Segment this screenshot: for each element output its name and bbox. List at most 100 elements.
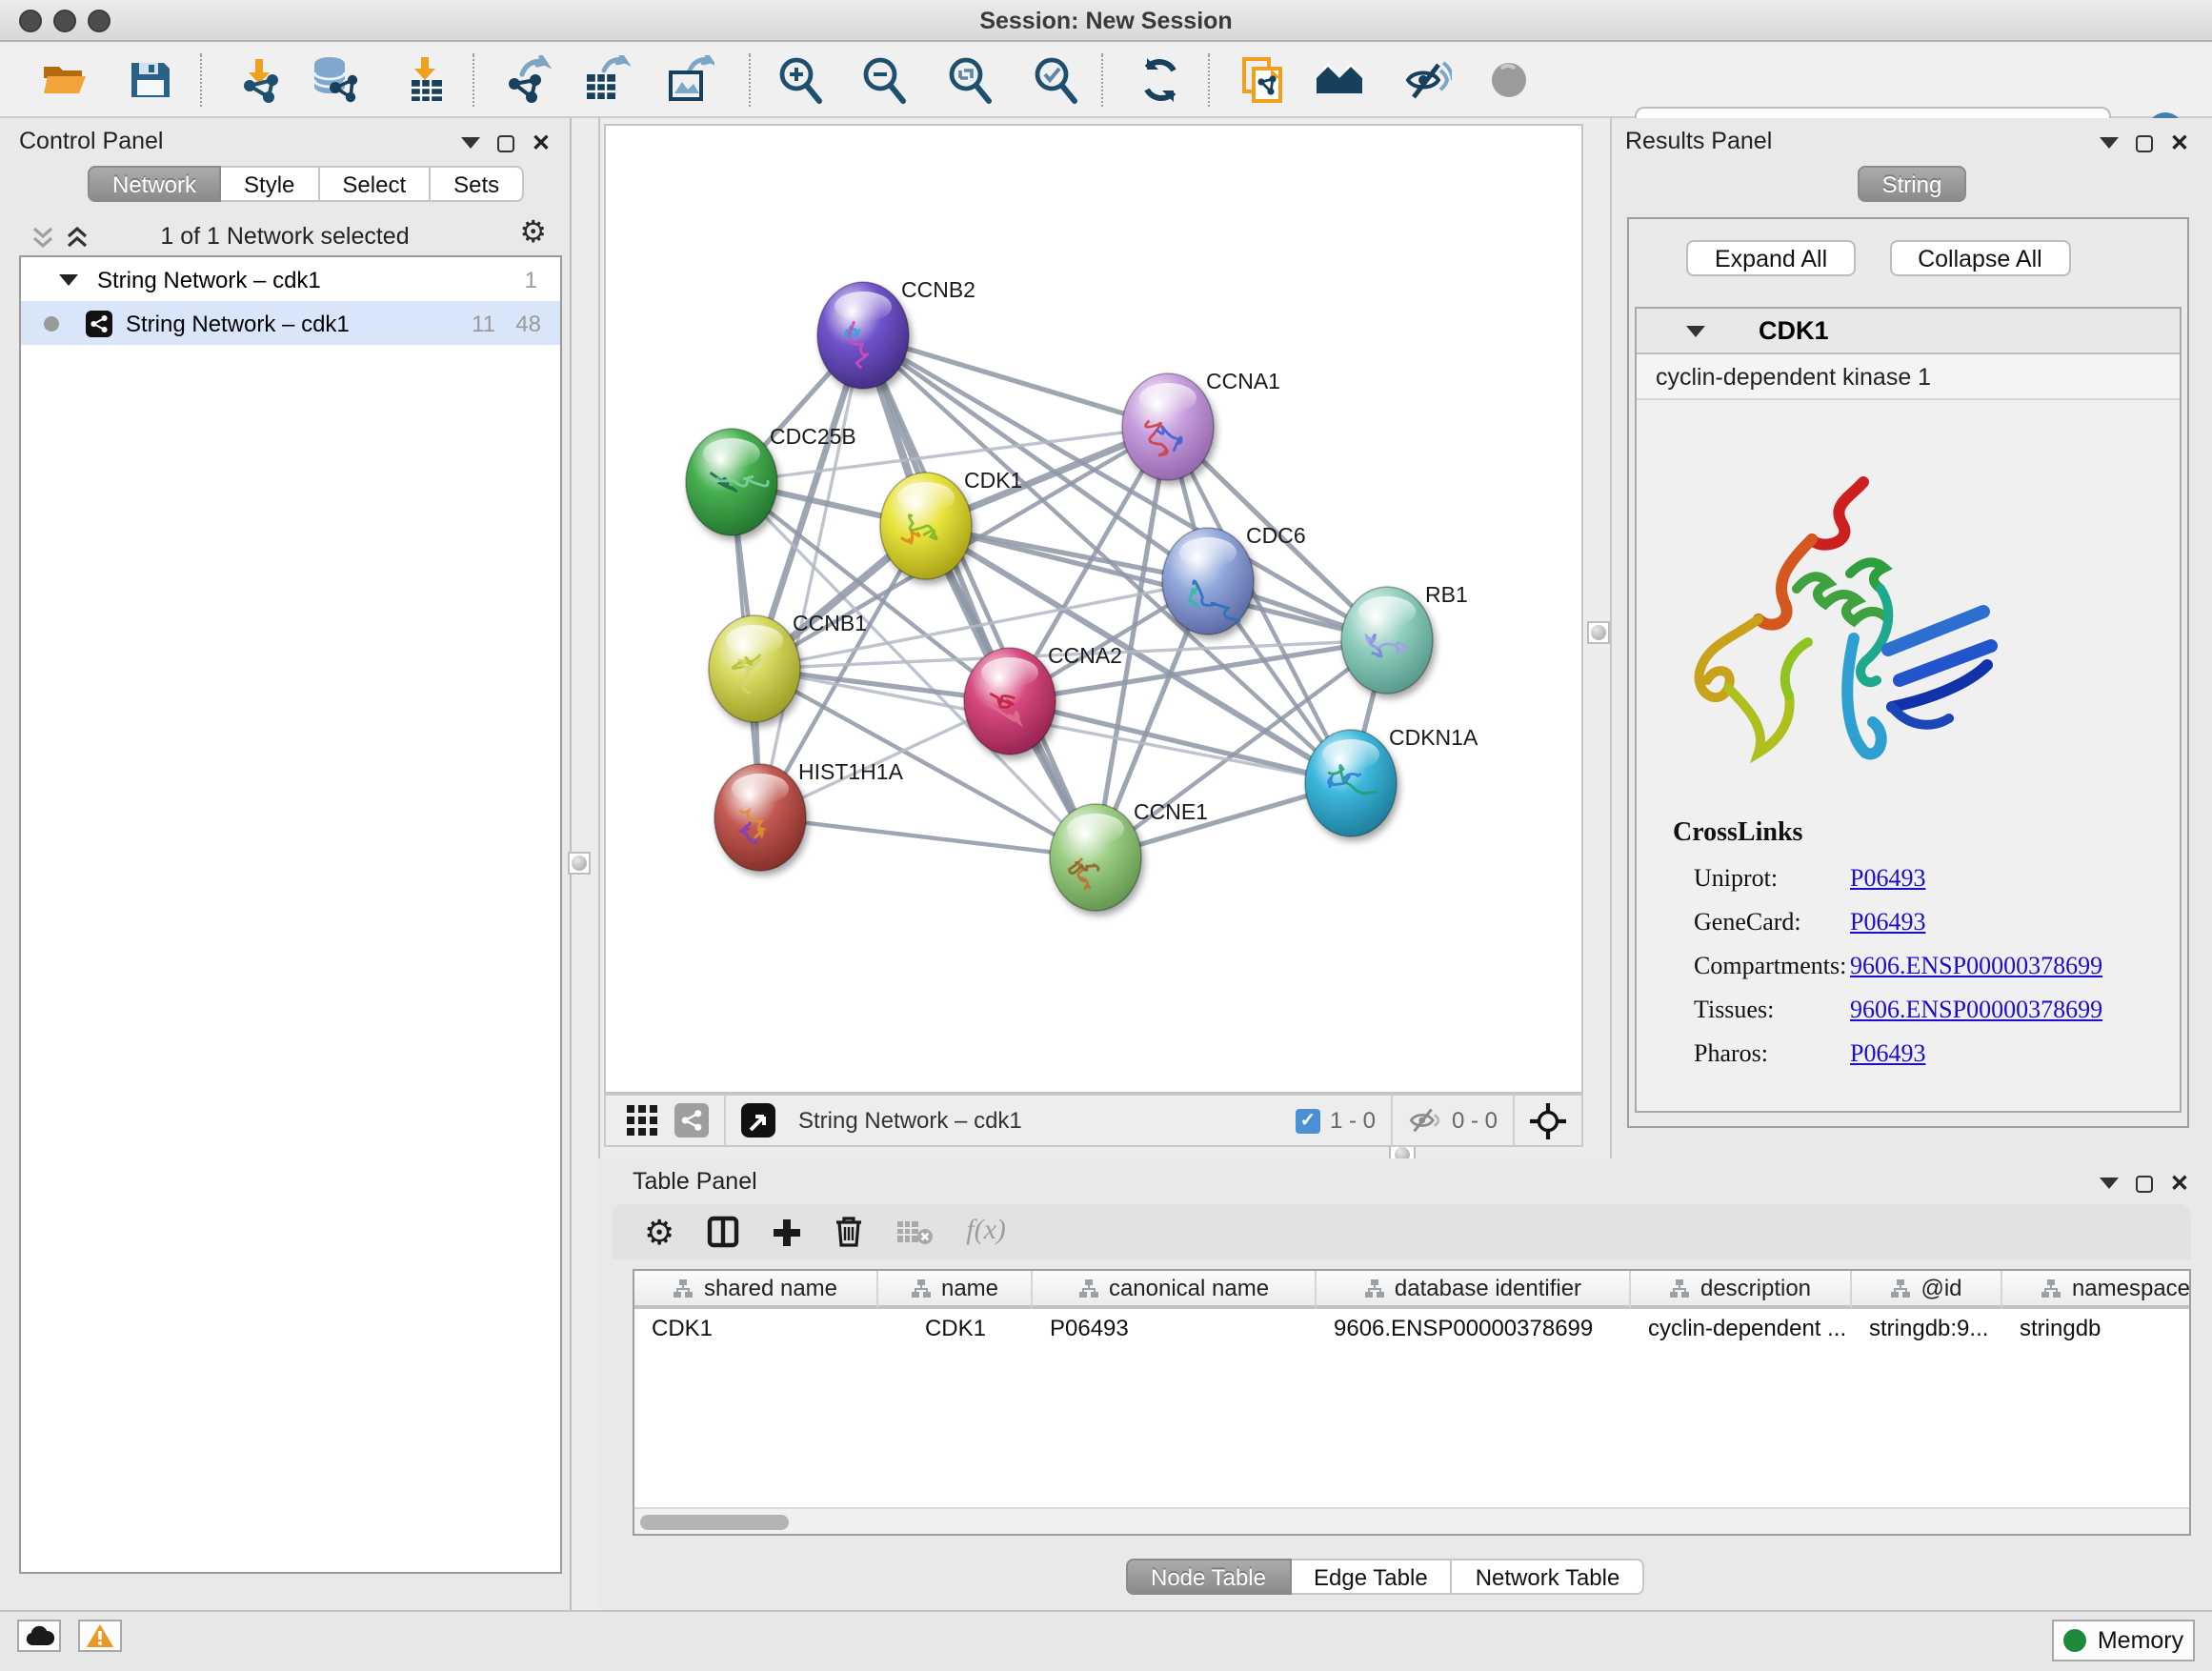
column-header-shared-name[interactable]: shared name (634, 1271, 878, 1309)
tab-string[interactable]: String (1858, 166, 1967, 202)
gene-card-expander-icon[interactable] (1686, 325, 1705, 336)
cloud-button[interactable] (17, 1620, 61, 1652)
crosslinks-list: Uniprot:P06493GeneCard:P06493Compartment… (1637, 863, 2180, 1069)
panel-float-icon[interactable] (2136, 1175, 2153, 1192)
first-neighbors-icon[interactable] (1315, 55, 1364, 105)
network-options-gear-icon[interactable]: ⚙ (519, 219, 547, 250)
gene-card: CDK1 cyclin-dependent kinase 1 (1635, 307, 2182, 1113)
tab-edge-table[interactable]: Edge Table (1291, 1559, 1453, 1595)
gene-name: CDK1 (1759, 316, 1829, 345)
network-collection-row[interactable]: String Network – cdk1 1 (21, 257, 560, 301)
memory-status-dot (2063, 1629, 2086, 1652)
birds-eye-crosshair-icon[interactable] (1530, 1102, 1566, 1138)
window-close-button[interactable] (19, 10, 42, 32)
tab-select[interactable]: Select (319, 166, 431, 202)
crosslinks-title: CrossLinks (1673, 819, 2180, 850)
network-view-share-icon[interactable] (674, 1103, 709, 1137)
crosslink-value[interactable]: P06493 (1850, 1038, 1925, 1069)
selected-checkbox-icon[interactable]: ✓ (1296, 1108, 1320, 1133)
window-zoom-button[interactable] (88, 10, 111, 32)
panel-menu-icon[interactable] (2100, 137, 2119, 149)
edge-HIST1H1A-CCNE1[interactable] (760, 817, 1096, 857)
node-label-HIST1H1A: HIST1H1A (798, 759, 904, 784)
column-header-namespace[interactable]: namespace (2002, 1271, 2191, 1309)
edge-CCNB2-HIST1H1A[interactable] (760, 335, 863, 817)
hide-selected-icon[interactable] (1402, 55, 1452, 105)
memory-button[interactable]: Memory (2052, 1620, 2195, 1661)
panel-float-icon[interactable] (497, 134, 514, 151)
crosslink-value[interactable]: 9606.ENSP00000378699 (1850, 995, 2102, 1025)
show-graphics-details-icon[interactable] (1484, 55, 1534, 105)
tab-network[interactable]: Network (88, 166, 221, 202)
export-network-icon[interactable] (503, 55, 553, 105)
show-columns-icon[interactable] (707, 1216, 739, 1248)
panel-menu-icon[interactable] (2100, 1178, 2119, 1189)
zoom-in-icon[interactable] (775, 55, 825, 105)
snapshot-icon[interactable] (1238, 55, 1288, 105)
node-HIST1H1A[interactable]: HIST1H1A (714, 759, 904, 871)
save-session-icon[interactable] (126, 55, 175, 105)
crosslink-row: Pharos:P06493 (1637, 1038, 2180, 1069)
export-image-icon[interactable] (665, 55, 714, 105)
collapse-all-button[interactable]: Collapse All (1889, 240, 2071, 276)
column-header-canonical-name[interactable]: canonical name (1033, 1271, 1317, 1309)
edge-CCNB2-CCNA1[interactable] (863, 335, 1168, 427)
left-splitter-handle[interactable] (568, 852, 591, 875)
crosslink-value[interactable]: P06493 (1850, 907, 1925, 937)
panel-float-icon[interactable] (2136, 134, 2153, 151)
panel-close-icon[interactable]: ✕ (2170, 133, 2189, 152)
column-header-database-identifier[interactable]: database identifier (1317, 1271, 1631, 1309)
zoom-out-icon[interactable] (859, 55, 909, 105)
tab-network-table[interactable]: Network Table (1453, 1559, 1645, 1595)
toolbar-separator (200, 53, 202, 107)
grid-view-icon[interactable] (625, 1103, 659, 1137)
node-RB1[interactable]: RB1 (1341, 582, 1468, 694)
window-minimize-button[interactable] (53, 10, 76, 32)
results-panel-title: Results Panel (1625, 128, 1772, 154)
panel-menu-icon[interactable] (461, 137, 480, 149)
column-header--id[interactable]: @id (1852, 1271, 2002, 1309)
panel-close-icon[interactable]: ✕ (2170, 1174, 2189, 1193)
create-column-icon[interactable] (772, 1217, 802, 1247)
crosslink-value[interactable]: 9606.ENSP00000378699 (1850, 951, 2102, 981)
export-table-icon[interactable] (581, 55, 631, 105)
node-CCNB2[interactable]: CCNB2 (817, 277, 975, 389)
tab-node-table[interactable]: Node Table (1126, 1559, 1291, 1595)
node-CCNB1[interactable]: CCNB1 (709, 611, 867, 722)
crosslink-value[interactable]: P06493 (1850, 863, 1925, 894)
node-CCNA2[interactable]: CCNA2 (964, 643, 1122, 755)
toolbar-separator (749, 53, 751, 107)
collection-expander-icon[interactable] (59, 273, 78, 285)
scrollbar-thumb[interactable] (640, 1515, 789, 1530)
panel-close-icon[interactable]: ✕ (532, 133, 551, 152)
table-options-gear-icon[interactable]: ⚙ (644, 1217, 674, 1247)
refresh-icon[interactable] (1136, 55, 1185, 105)
expand-all-button[interactable]: Expand All (1686, 240, 1856, 276)
detach-view-icon[interactable] (741, 1103, 775, 1137)
import-table-icon[interactable] (402, 55, 452, 105)
node-label-CDKN1A: CDKN1A (1389, 725, 1478, 750)
table-row[interactable]: CDK1CDK1P064939606.ENSP00000378699cyclin… (634, 1309, 2189, 1345)
open-session-icon[interactable] (40, 55, 90, 105)
network-row[interactable]: String Network – cdk1 11 48 (21, 301, 560, 345)
toolbar-separator (473, 53, 474, 107)
node-CDKN1A[interactable]: CDKN1A (1305, 725, 1478, 836)
node-CCNE1[interactable]: CCNE1 (1050, 799, 1208, 911)
zoom-selected-icon[interactable] (1031, 55, 1080, 105)
delete-column-icon[interactable] (835, 1216, 863, 1248)
cloud-icon (24, 1625, 54, 1646)
network-canvas[interactable]: CCNB2CCNA1CDC25BCDK1CDC6RB1CCNB1CCNA2CDK… (604, 124, 1583, 1094)
right-splitter-handle[interactable] (1587, 621, 1610, 644)
column-header-name[interactable]: name (878, 1271, 1033, 1309)
memory-label: Memory (2098, 1627, 2183, 1654)
table-horizontal-scrollbar[interactable] (634, 1507, 2189, 1534)
column-header-description[interactable]: description (1631, 1271, 1852, 1309)
protein-structure-image (1682, 467, 2006, 772)
zoom-fit-icon[interactable] (945, 55, 995, 105)
warnings-button[interactable] (78, 1620, 122, 1652)
import-network-icon[interactable] (236, 55, 286, 105)
tab-style[interactable]: Style (221, 166, 319, 202)
tab-sets[interactable]: Sets (431, 166, 524, 202)
node-CCNA1[interactable]: CCNA1 (1122, 369, 1280, 480)
import-network-from-database-icon[interactable] (309, 55, 358, 105)
